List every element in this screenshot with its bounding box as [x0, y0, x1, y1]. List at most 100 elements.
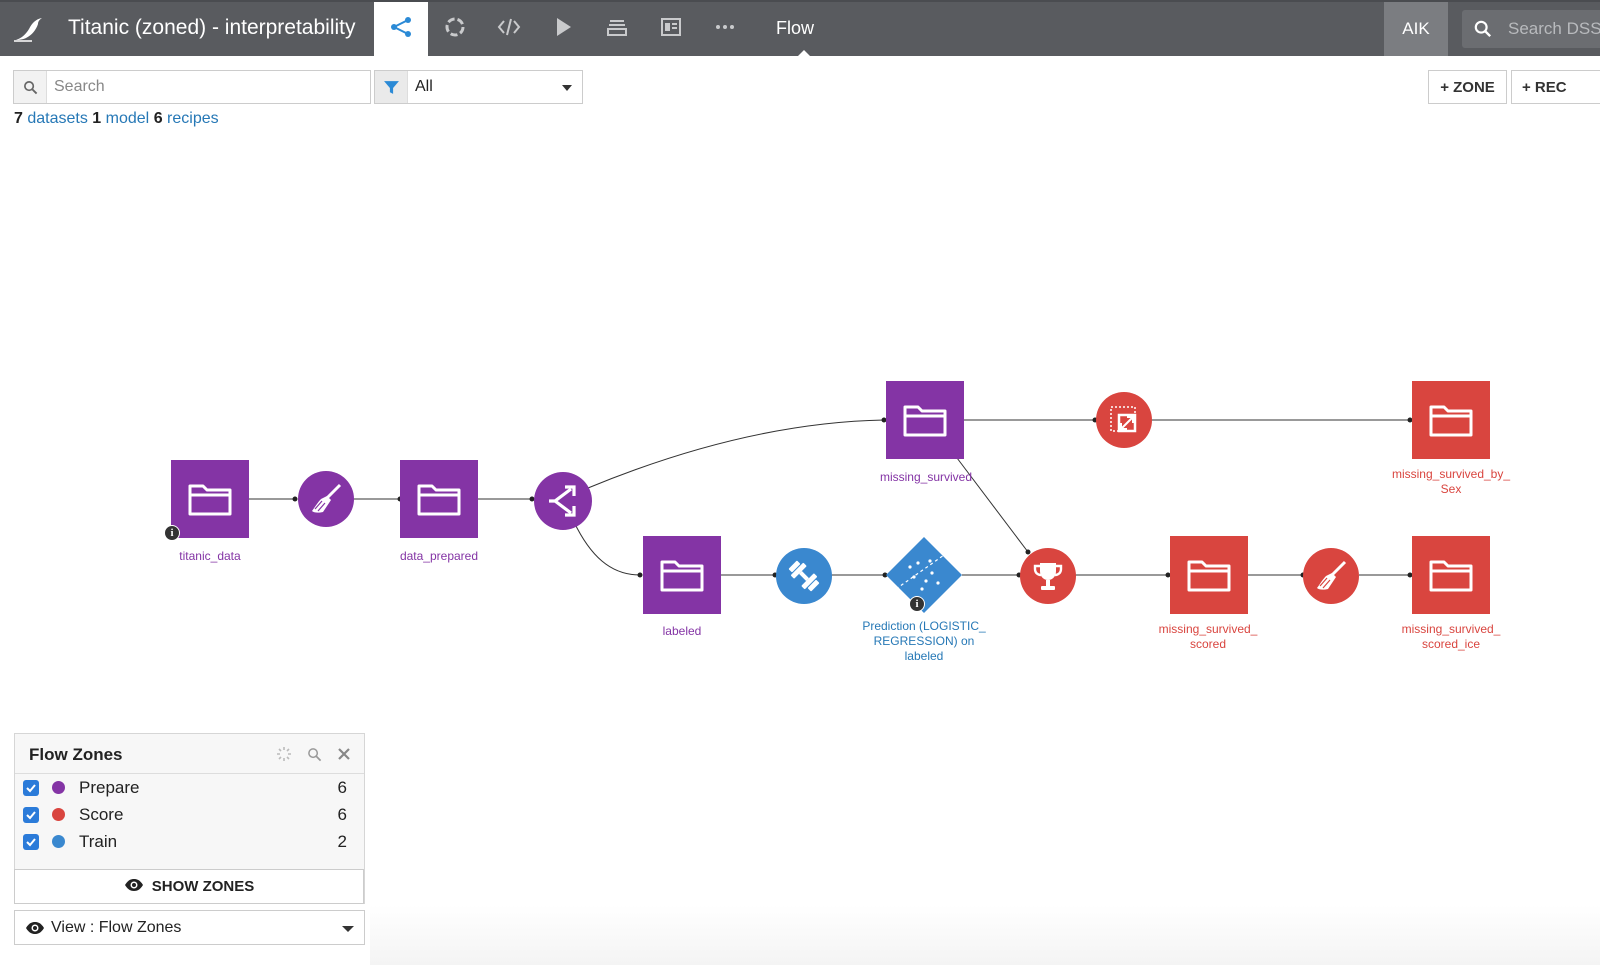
zone-name: Prepare [79, 778, 140, 797]
dataset-node-missing-survived-by-sex[interactable] [1412, 381, 1490, 459]
project-title[interactable]: Titanic (zoned) - interpretability [68, 16, 356, 40]
top-navigation-bar: Titanic (zoned) - interpretability Flow … [0, 0, 1600, 57]
nav-wiki-button[interactable] [590, 2, 644, 56]
dataset-label: missing_survived [879, 470, 973, 484]
show-zones-label: SHOW ZONES [151, 878, 255, 895]
folder-icon [416, 481, 462, 517]
dataset-label: titanic_data [179, 549, 241, 563]
zone-row-train[interactable]: Train 2 [15, 828, 364, 855]
dataset-label-line: scored_ice [1421, 637, 1481, 651]
view-mode-select[interactable]: View : Flow Zones [14, 910, 365, 945]
model-label-line: labeled [904, 649, 944, 663]
zone-row-score[interactable]: Score 6 [15, 801, 364, 828]
run-icon [551, 15, 575, 44]
datasets-link[interactable]: datasets [27, 110, 87, 127]
model-label-line: Prediction (LOGISTIC_ [862, 619, 986, 633]
dataset-node-missing-survived-scored-ice[interactable] [1412, 536, 1490, 614]
flow-summary: 7 datasets 1 model 6 recipes [14, 110, 219, 128]
folder-icon [902, 402, 948, 438]
dataset-label-line: missing_survived_by_ [1391, 467, 1511, 481]
zone-color-dot [52, 808, 65, 821]
user-avatar[interactable]: AIK [1384, 2, 1448, 56]
zone-count: 6 [337, 778, 347, 797]
recipe-node-prepare[interactable] [1303, 548, 1359, 604]
nav-dashboards-button[interactable] [644, 2, 698, 56]
model-label-line: REGRESSION) on [873, 634, 975, 648]
search-addon [14, 71, 47, 103]
flow-filter-select[interactable]: All [374, 70, 583, 104]
broom-icon [309, 482, 343, 516]
filter-addon [375, 71, 408, 103]
flow-zones-tools [276, 746, 352, 762]
dataset-label-line: missing_survived_ [1401, 622, 1501, 636]
dataset-node-missing-survived-scored[interactable] [1170, 536, 1248, 614]
nav-code-button[interactable] [482, 2, 536, 56]
info-icon[interactable]: i [164, 525, 180, 541]
canvas-bottom-shade [370, 905, 1600, 965]
dataset-node-labeled[interactable] [643, 536, 721, 614]
dss-bird-logo-icon[interactable] [12, 14, 48, 44]
folder-icon [187, 481, 233, 517]
current-section-label: Flow [776, 18, 815, 38]
dataset-node-data-prepared[interactable] [400, 460, 478, 538]
datasets-count: 7 [14, 110, 23, 127]
dataset-node-missing-survived[interactable] [886, 381, 964, 459]
dataset-label-line: missing_survived_ [1158, 622, 1258, 636]
add-zone-button[interactable]: + ZONE [1428, 70, 1507, 104]
recipe-node-prepare[interactable] [298, 471, 354, 527]
pivot-icon [1107, 403, 1141, 437]
models-link[interactable]: model [106, 110, 150, 127]
user-initials: AIK [1402, 19, 1430, 38]
models-count: 1 [92, 110, 102, 127]
search-icon [1474, 20, 1492, 38]
zone-count: 2 [337, 832, 347, 851]
flow-zones-header: Flow Zones [15, 734, 364, 774]
filter-value: All [415, 78, 433, 95]
folder-icon [1186, 557, 1232, 593]
nav-flow-button[interactable] [374, 2, 428, 56]
recipe-node-score[interactable] [1020, 548, 1076, 604]
nav-more-button[interactable] [698, 2, 752, 56]
zone-color-dot [52, 781, 65, 794]
recipe-node-train[interactable] [776, 548, 832, 604]
zone-count: 6 [337, 805, 347, 824]
zone-name: Train [79, 832, 118, 851]
close-icon[interactable] [336, 746, 352, 762]
current-section-caret [797, 50, 811, 57]
folder-icon [1428, 557, 1474, 593]
chevron-down-icon [342, 926, 354, 932]
zone-row-prepare[interactable]: Prepare 6 [15, 774, 364, 801]
search-icon[interactable] [306, 746, 322, 762]
dataset-label-line: scored [1189, 637, 1227, 651]
dataset-label: missing_survived_ scored_ice [1381, 622, 1521, 652]
global-search-field[interactable]: Search DSS [1462, 10, 1600, 48]
zone-color-dot [52, 835, 65, 848]
recipes-count: 6 [153, 110, 163, 127]
flow-search-input[interactable] [54, 76, 354, 98]
checkbox-checked-icon[interactable] [23, 834, 39, 850]
checkbox-checked-icon[interactable] [23, 780, 39, 796]
show-zones-button[interactable]: SHOW ZONES [14, 869, 364, 904]
nav-lab-button[interactable] [428, 2, 482, 56]
flow-search-field[interactable] [13, 70, 371, 104]
dataset-node-titanic-data[interactable] [171, 460, 249, 538]
dataset-label: data_prepared [399, 549, 479, 563]
chevron-down-icon [562, 85, 572, 91]
info-icon[interactable]: i [909, 596, 925, 612]
trophy-icon [1031, 559, 1065, 593]
funnel-icon [383, 80, 399, 94]
recipe-node-split[interactable] [534, 472, 592, 530]
add-recipe-button[interactable]: + REC [1511, 70, 1600, 104]
recipe-node-pivot[interactable] [1096, 392, 1152, 448]
eye-icon [124, 878, 144, 896]
recipes-link[interactable]: recipes [167, 110, 219, 127]
flow-zones-title: Flow Zones [29, 745, 123, 764]
spinner-icon[interactable] [276, 746, 292, 762]
eye-icon [25, 921, 45, 940]
checkbox-checked-icon[interactable] [23, 807, 39, 823]
more-icon [713, 15, 737, 44]
folder-icon [659, 557, 705, 593]
flow-icon [389, 15, 413, 44]
dataset-label: missing_survived_ scored [1138, 622, 1278, 652]
nav-jobs-button[interactable] [536, 2, 590, 56]
